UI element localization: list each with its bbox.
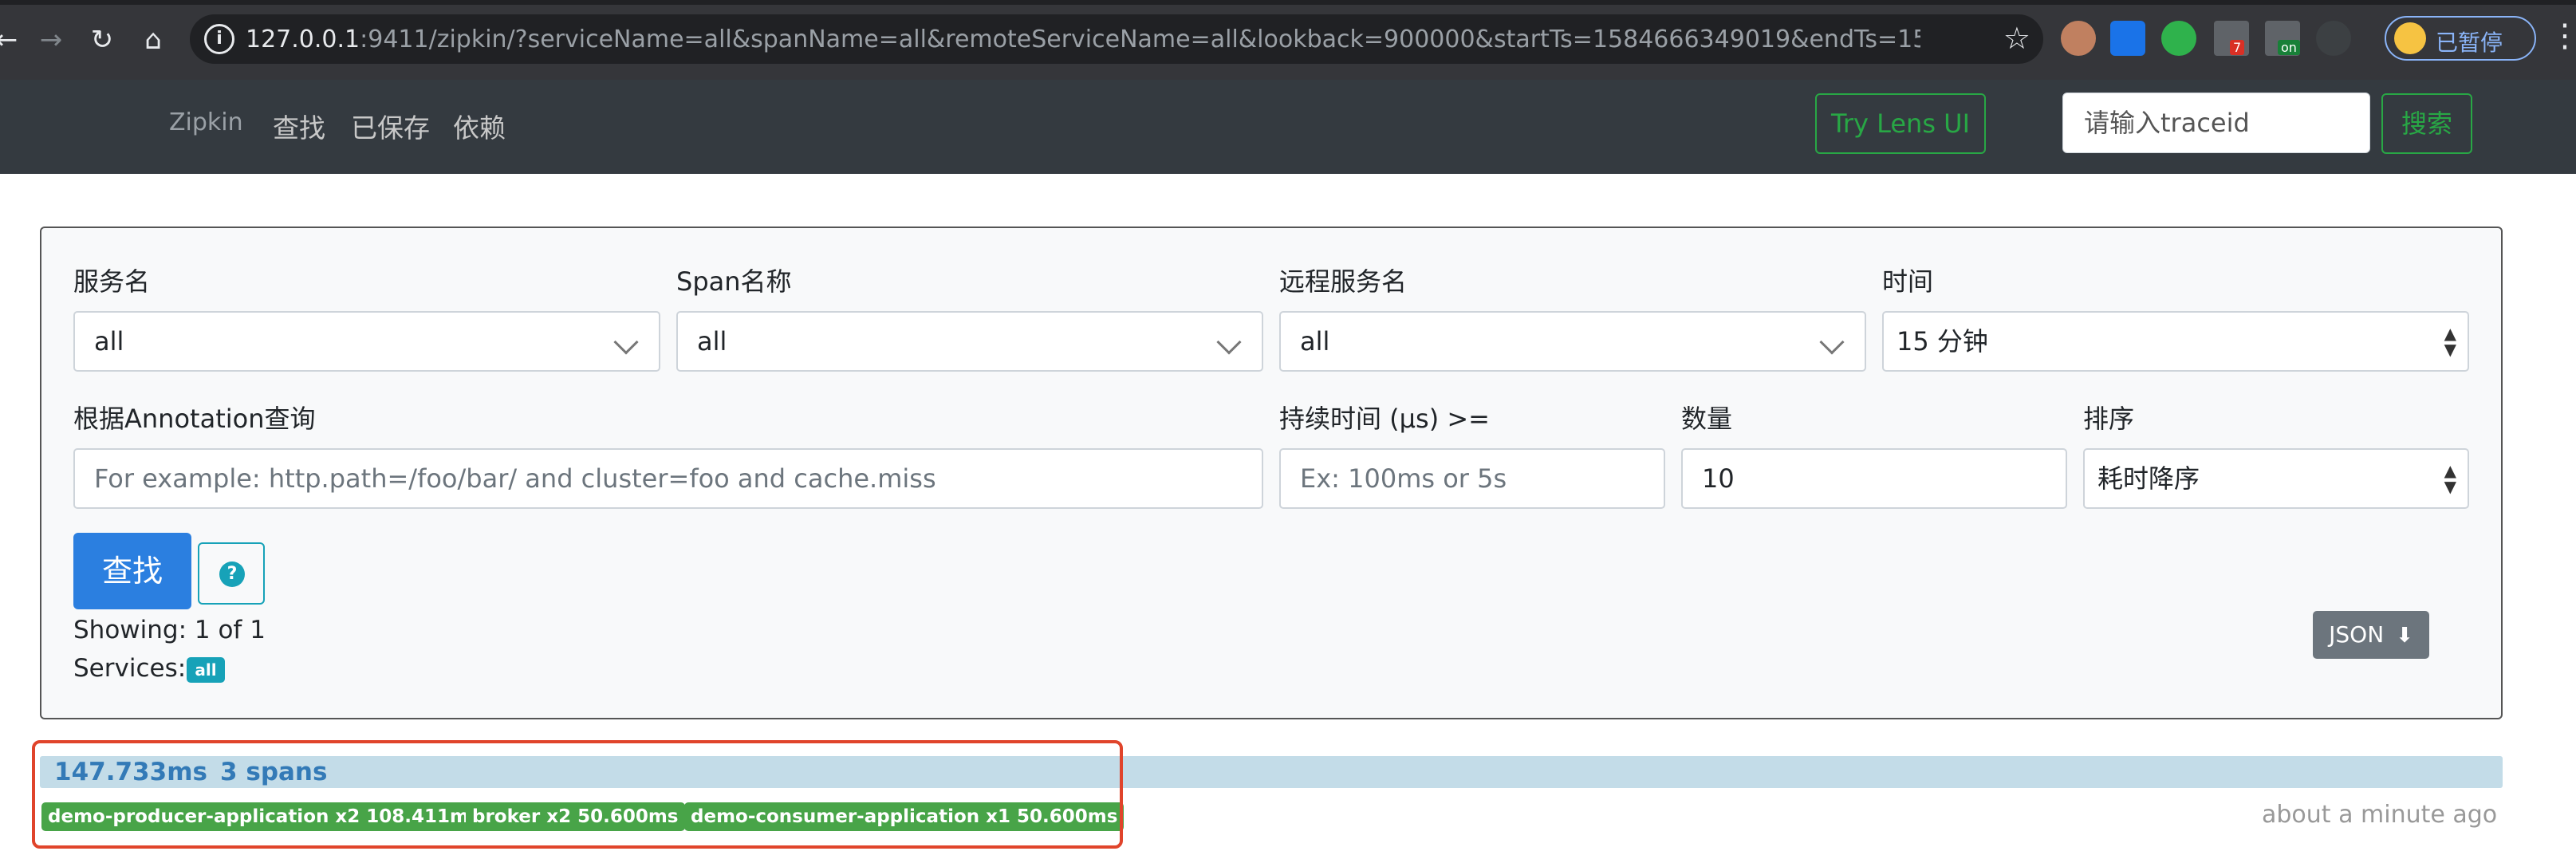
address-bar[interactable]: i 127.0.0.1:9411/zipkin/?serviceName=all…	[190, 14, 2043, 64]
service-label: 服务名	[73, 266, 151, 297]
profile-status: 已暂停	[2436, 30, 2503, 56]
time-select[interactable]: 15 分钟 ▲ ▼	[1882, 311, 2469, 372]
extension-badge: 7	[2230, 40, 2245, 55]
profile-button[interactable]: 已暂停	[2385, 16, 2536, 61]
back-icon[interactable]: ←	[0, 22, 24, 57]
extension-badge-on: on	[2278, 40, 2300, 55]
service-filter-badge[interactable]: all	[187, 657, 225, 683]
json-download-button[interactable]: JSON ⬇	[2313, 611, 2429, 659]
span-name-select[interactable]: all	[676, 311, 1263, 372]
limit-input[interactable]: 10	[1681, 448, 2067, 509]
zipkin-navbar: Zipkin 查找 已保存 依赖 Try Lens UI 搜索	[0, 80, 2576, 174]
find-button[interactable]: 查找	[73, 533, 191, 609]
chevron-down-icon	[1216, 329, 1242, 355]
select-arrows-icon: ▲ ▼	[2444, 324, 2456, 359]
sort-value: 耗时降序	[2097, 463, 2200, 494]
nav-dependencies[interactable]: 依赖	[453, 107, 506, 145]
annotation-highlight-box	[32, 740, 1123, 849]
services-label: Services:	[73, 654, 187, 683]
time-value: 15 分钟	[1897, 326, 1988, 357]
service-value: all	[94, 326, 124, 357]
json-label: JSON	[2329, 621, 2385, 648]
home-icon[interactable]: ⌂	[136, 22, 171, 57]
remote-service-value: all	[1300, 326, 1330, 357]
annotation-query-input[interactable]: For example: http.path=/foo/bar/ and clu…	[73, 448, 1263, 509]
reload-icon[interactable]: ↻	[85, 22, 120, 57]
duration-label: 持续时间 (μs) >=	[1279, 404, 1490, 434]
try-lens-button[interactable]: Try Lens UI	[1815, 93, 1986, 154]
bookmark-star-icon[interactable]: ☆	[2003, 21, 2030, 56]
sort-select[interactable]: 耗时降序 ▲ ▼	[2083, 448, 2469, 509]
chevron-down-icon	[1819, 329, 1845, 355]
question-icon: ?	[219, 561, 245, 587]
dark-extension-icon[interactable]	[2316, 21, 2351, 56]
select-arrows-icon: ▲ ▼	[2444, 461, 2456, 496]
remote-service-select[interactable]: all	[1279, 311, 1866, 372]
span-name-value: all	[697, 326, 727, 357]
span-name-label: Span名称	[676, 266, 792, 297]
sort-label: 排序	[2083, 404, 2135, 434]
annotation-label: 根据Annotation查询	[73, 404, 316, 434]
search-button[interactable]: 搜索	[2381, 93, 2472, 154]
browser-toolbar: ← → ↻ ⌂ i 127.0.0.1:9411/zipkin/?service…	[0, 0, 2576, 80]
more-menu-icon[interactable]: ⋮	[2549, 18, 2576, 54]
showing-count: Showing: 1 of 1	[73, 616, 266, 644]
service-select[interactable]: all	[73, 311, 660, 372]
download-icon: ⬇	[2396, 624, 2413, 648]
extension-icon[interactable]	[2061, 21, 2096, 56]
brand-logo[interactable]: Zipkin	[169, 108, 243, 136]
chevron-down-icon	[613, 329, 639, 355]
green-extension-icon[interactable]	[2161, 21, 2196, 56]
grid-extension-icon[interactable]: 7	[2214, 21, 2249, 56]
nav-find[interactable]: 查找	[273, 107, 325, 145]
time-label: 时间	[1882, 266, 1934, 297]
diamond-extension-icon[interactable]	[2110, 21, 2145, 56]
url-text: 127.0.0.1:9411/zipkin/?serviceName=all&s…	[246, 26, 1920, 53]
nav-saved[interactable]: 已保存	[351, 107, 430, 145]
help-button[interactable]: ?	[198, 542, 265, 605]
min-duration-input[interactable]: Ex: 100ms or 5s	[1279, 448, 1665, 509]
forward-icon[interactable]: →	[33, 22, 69, 57]
site-info-icon[interactable]: i	[204, 24, 234, 54]
trace-timestamp: about a minute ago	[2262, 801, 2498, 829]
list-extension-icon[interactable]: on	[2265, 21, 2300, 56]
tab-strip	[0, 0, 2576, 5]
traceid-input[interactable]	[2062, 93, 2370, 153]
remote-service-label: 远程服务名	[1279, 266, 1408, 297]
avatar	[2394, 22, 2426, 54]
limit-label: 数量	[1681, 404, 1733, 434]
